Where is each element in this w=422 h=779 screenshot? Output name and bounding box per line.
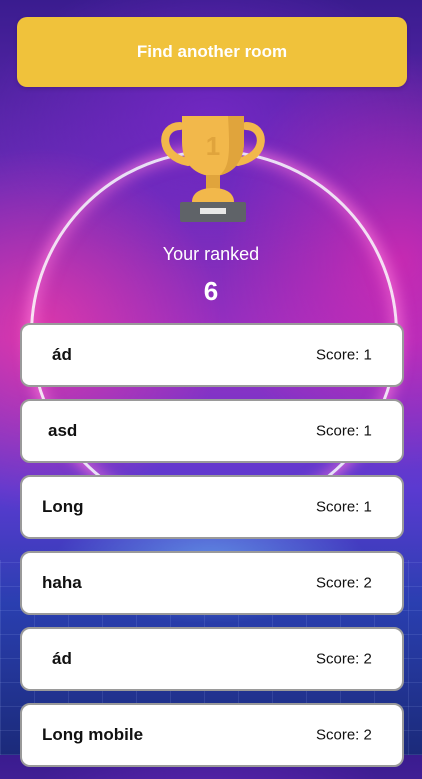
trophy-number: 1 xyxy=(206,131,220,161)
player-score: Score: 1 xyxy=(316,346,372,364)
player-name: Long xyxy=(42,497,84,516)
player-row[interactable]: Long mobile Score: 2 xyxy=(20,703,404,767)
player-name: haha xyxy=(42,573,82,592)
player-score: Score: 2 xyxy=(316,726,372,744)
player-row[interactable]: ád Score: 2 xyxy=(20,627,404,691)
leaderboard-list: ád Score: 1 asd Score: 1 Long Score: 1 h… xyxy=(20,323,404,779)
player-row[interactable]: Long Score: 1 xyxy=(20,475,404,539)
rank-label: Your ranked xyxy=(162,244,260,264)
rank-value: 6 xyxy=(203,276,219,306)
player-score: Score: 2 xyxy=(316,574,372,592)
player-row[interactable]: ád Score: 1 xyxy=(20,323,404,387)
player-score: Score: 2 xyxy=(316,650,372,668)
player-name: asd xyxy=(48,421,78,440)
player-score: Score: 1 xyxy=(316,422,372,440)
player-row[interactable]: haha Score: 2 xyxy=(20,551,404,615)
player-score: Score: 1 xyxy=(316,498,372,516)
player-row[interactable]: asd Score: 1 xyxy=(20,399,404,463)
trophy-icon: 1 xyxy=(161,116,265,222)
find-another-room-button[interactable]: Find another room xyxy=(17,17,407,87)
player-name: Long mobile xyxy=(42,725,144,744)
player-name: ád xyxy=(52,345,72,364)
player-name: ád xyxy=(52,649,72,668)
